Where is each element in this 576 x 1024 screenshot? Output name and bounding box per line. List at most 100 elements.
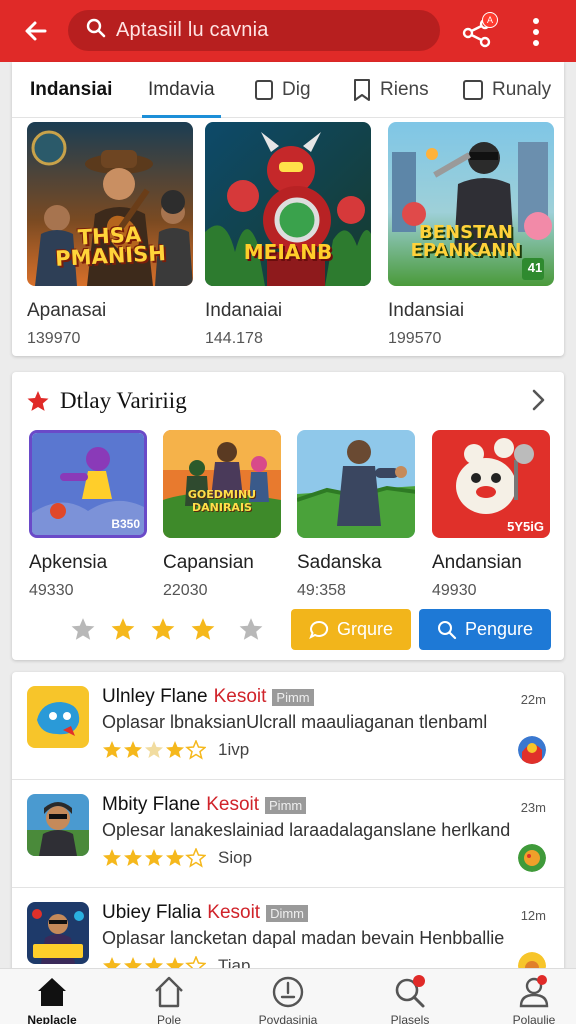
featured-game-card[interactable]: BENSTAN EPANKANN 41 Indansiai 199570 [388, 122, 554, 348]
app-count: 49930 [432, 582, 477, 599]
item-title: Mbity Flane Kesoit Pimm [102, 794, 307, 816]
nav-label: Pole [156, 1013, 182, 1024]
share-button[interactable]: A [458, 12, 498, 52]
game-cover-title: BENSTAN EPANKANN [410, 222, 522, 261]
button-label: Grqure [336, 619, 394, 639]
search-icon [437, 620, 457, 639]
item-title-text: Ulnley Flane [102, 686, 208, 707]
nav-label: Povdasinia [258, 1013, 318, 1024]
section-header: Dtlay Variriig [26, 386, 187, 416]
active-tab-indicator [142, 115, 221, 118]
item-tag: Kesoit [207, 902, 261, 923]
app-icon [27, 794, 89, 856]
star-rating[interactable] [70, 616, 264, 642]
game-cover-badge: 41 [527, 260, 543, 275]
bottom-navigation: Neplacle Pole Povdasinia Plasels Polauli… [0, 968, 576, 1024]
game-name: Apanasai [27, 300, 107, 321]
game-cover-image: MEIANB [205, 122, 371, 286]
nav-label: Polaulie [512, 1013, 556, 1024]
app-cover-image [297, 430, 415, 538]
item-pill: Dimm [266, 904, 309, 922]
app-name: Sadanska [297, 552, 382, 573]
item-description: Oplesar lanakeslainiad laraadalaganslane… [102, 820, 511, 840]
game-count: 139970 [27, 330, 81, 347]
app-count: 49:358 [297, 582, 346, 599]
item-tag: Kesoit [213, 686, 267, 707]
app-name: Andansian [432, 552, 522, 573]
app-count: 22030 [163, 582, 208, 599]
game-name: Indansiai [388, 300, 465, 321]
daily-section-card: Dtlay Variriig B350 Apkensia 49330 GOEDM… [12, 372, 564, 660]
nav-item-home[interactable]: Neplacle [4, 975, 100, 1024]
back-arrow-icon[interactable] [16, 11, 56, 51]
notification-badge: A [482, 12, 498, 28]
app-card[interactable]: 5Y5iG Andansian 49930 [432, 430, 552, 600]
more-menu-icon[interactable] [522, 14, 550, 50]
featured-game-card[interactable]: THSA PMANISH Apanasai 139970 [27, 122, 193, 348]
game-count: 144.178 [205, 330, 263, 347]
game-cover-image: THSA PMANISH [27, 122, 193, 286]
game-cover-image: BENSTAN EPANKANN 41 [388, 122, 554, 286]
profile-icon [519, 975, 549, 1008]
tab-riens[interactable]: Riens [352, 62, 429, 118]
item-description: Oplasar lancketan dapal madan bevain Hen… [102, 928, 505, 948]
checkbox-icon [463, 80, 483, 100]
featured-game-card[interactable]: MEIANB Indanaiai 144.178 [205, 122, 371, 348]
item-title-text: Ubiey Flalia [102, 902, 202, 923]
app-icon [27, 902, 89, 964]
nav-item-plasels[interactable]: Plasels [362, 975, 458, 1024]
tab-indansiai[interactable]: Indansiai [30, 62, 112, 118]
app-icon [27, 686, 89, 748]
category-tabs: Indansiai Imdavia Dig Riens Runaly [12, 62, 564, 118]
item-title: Ubiey Flalia Kesoit Dimm [102, 902, 309, 924]
app-card[interactable]: B350 Apkensia 49330 [29, 430, 149, 600]
item-pill: Pimm [272, 688, 314, 706]
game-name: Indanaiai [205, 300, 283, 321]
user-avatar [518, 736, 546, 764]
app-cover-label: GOEDMINU DANIRAIS [187, 488, 257, 514]
search-input[interactable]: Aptasiil lu cavnia [116, 19, 269, 42]
item-time: 22m [520, 692, 546, 707]
item-time: 12m [520, 908, 546, 923]
tab-label: Runaly [492, 79, 552, 100]
nav-label: Neplacle [27, 1013, 77, 1024]
game-count: 199570 [388, 330, 442, 347]
star-filled-icon [151, 618, 175, 640]
tab-label: Dig [282, 79, 311, 100]
tab-label: Indansiai [30, 79, 113, 100]
nav-item-polaulie[interactable]: Polaulie [486, 975, 576, 1024]
tab-dig[interactable]: Dig [254, 62, 311, 118]
list-item[interactable]: Ulnley Flane Kesoit Pimm Oplasar lbnaksian… [12, 672, 564, 780]
app-name: Capansian [163, 552, 254, 573]
blue-action-button[interactable]: Pengure [419, 609, 551, 650]
app-card[interactable]: Sadanska 49:358 [297, 430, 417, 600]
nav-label: Plasels [390, 1013, 430, 1024]
rating-stars-icon [103, 740, 206, 760]
search-bar[interactable]: Aptasiil lu cavnia [68, 10, 440, 51]
nav-item-pole[interactable]: Pole [121, 975, 217, 1024]
tab-runaly[interactable]: Runaly [462, 62, 551, 118]
app-card[interactable]: GOEDMINU DANIRAIS Capansian 22030 [163, 430, 283, 600]
user-avatar [518, 844, 546, 872]
app-name: Apkensia [29, 552, 108, 573]
item-description: Oplasar lbnaksianUlcrall maauliaganan tl… [102, 712, 488, 732]
app-bar: Aptasiil lu cavnia A [0, 0, 576, 62]
app-cover-image: 5Y5iG [432, 430, 550, 538]
chevron-right-icon[interactable] [528, 388, 548, 417]
tab-imdavia[interactable]: Imdavia [142, 62, 221, 118]
app-cover-label: 5Y5iG [507, 519, 544, 534]
featured-games-card: Indansiai Imdavia Dig Riens Runaly THSA … [12, 62, 564, 356]
game-cover-title: THSA PMANISH [54, 222, 167, 271]
house-outline-icon [155, 976, 183, 1008]
item-time: 23m [520, 800, 546, 815]
section-title: Dtlay Variriig [60, 388, 187, 413]
list-item[interactable]: Mbity Flane Kesoit Pimm Oplesar lanakeslai… [12, 780, 564, 888]
search-icon [395, 975, 425, 1008]
chat-icon [309, 620, 329, 639]
list-item[interactable]: Ubiey Flalia Kesoit Dimm Oplasar lancketan… [12, 888, 564, 972]
star-empty-icon [239, 618, 263, 640]
yellow-action-button[interactable]: Grqure [291, 609, 411, 650]
bookmark-icon [354, 79, 370, 101]
item-rating: 1ivp [102, 740, 249, 760]
nav-item-povdasinia[interactable]: Povdasinia [240, 975, 336, 1024]
